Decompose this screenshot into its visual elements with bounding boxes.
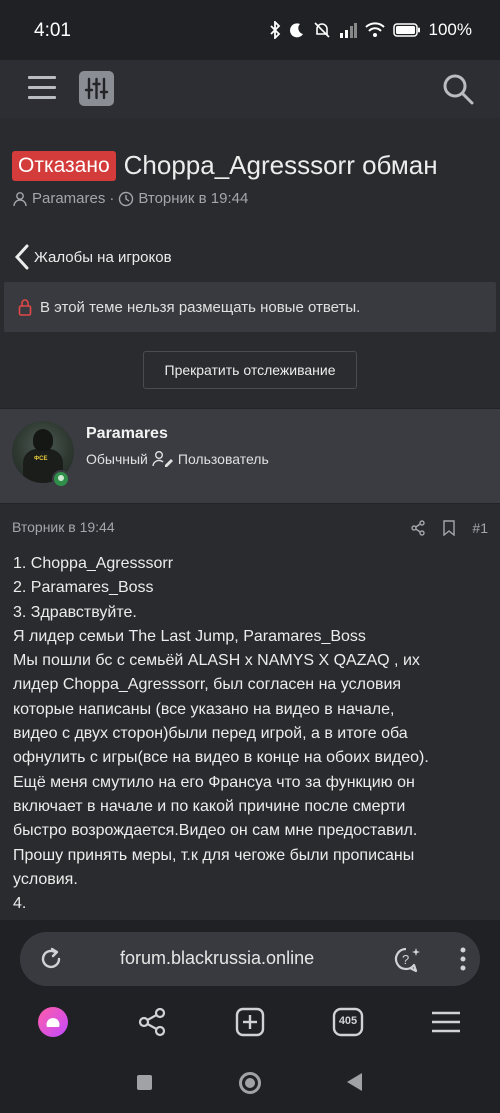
post-line: 3. Здравствуйте. [13, 603, 137, 621]
status-icons: 100% [269, 20, 472, 40]
unwatch-button[interactable]: Прекратить отслеживание [143, 351, 357, 389]
post-line: 2. Paramares_Boss [13, 579, 154, 597]
signal-icon [339, 23, 357, 38]
svg-text:?: ? [402, 952, 409, 967]
user-icon [13, 191, 27, 206]
menu-icon[interactable] [28, 76, 56, 100]
online-status-indicator [52, 470, 70, 488]
address-bar[interactable]: forum.blackrussia.online ? [20, 932, 480, 986]
post-line: которые написаны (все указано на видео в… [13, 700, 395, 718]
post-line: офнулить с игры(все на видео в конце на … [13, 749, 429, 767]
post-line: быстро возрождается.Видео он сам мне пре… [13, 822, 418, 840]
url-text[interactable]: forum.blackrussia.online [120, 948, 314, 969]
thread-header: Отказано Choppa_Agresssorr обман Paramar… [0, 118, 500, 408]
bluetooth-icon [269, 21, 280, 39]
browser-toolbar: forum.blackrussia.online ? 405 [0, 920, 500, 1040]
post-body: 1. Choppa_Agresssorr 2. Paramares_Boss 3… [13, 552, 493, 916]
post: Вторник в 19:44 #1 1. Choppa_Agresssorr … [0, 504, 500, 920]
status-time: 4:01 [34, 20, 71, 41]
recent-apps-icon[interactable] [137, 1075, 152, 1090]
post-number[interactable]: #1 [472, 520, 488, 536]
muted-bell-icon [313, 22, 330, 38]
moon-icon [289, 23, 303, 38]
notice-text: В этой теме нельзя размещать новые ответ… [40, 298, 361, 316]
status-badge: Отказано [12, 150, 116, 181]
post-line: 4. [13, 895, 27, 913]
post-actions: #1 [410, 520, 488, 536]
system-navigation-bar [0, 1040, 500, 1113]
search-icon[interactable] [441, 72, 475, 106]
thread-title-row: Отказано Choppa_Agresssorr обман [12, 150, 438, 181]
post-line: условия. [13, 870, 78, 888]
breadcrumb[interactable]: Жалобы на игроков [14, 244, 172, 270]
post-line: Мы пошли бс с семьёй ALASH x NAMYS X QAZ… [13, 652, 420, 670]
post-line: Ещё меня смутило на его Франсуа что за ф… [13, 773, 415, 791]
new-tab-icon[interactable] [234, 1006, 266, 1038]
meta-separator: · [109, 190, 115, 207]
post-line: 1. Choppa_Agresssorr [13, 555, 174, 572]
sliders-icon [84, 77, 109, 100]
breadcrumb-label: Жалобы на игроков [34, 248, 172, 266]
battery-percent: 100% [428, 20, 472, 39]
lock-icon [18, 299, 32, 316]
post-line: видео с двух сторон)были перед игрой, а … [13, 725, 408, 743]
thread-author[interactable]: Paramares [32, 190, 105, 207]
tabs-count: 405 [338, 1015, 358, 1027]
user-title: Обычный Пользователь [86, 450, 269, 468]
username[interactable]: Paramares [86, 425, 168, 443]
post-line: включает в начале и по какой причине пос… [13, 797, 406, 815]
battery-icon [392, 23, 420, 37]
user-role: Пользователь [177, 451, 269, 467]
post-user-block: ФСЕ Paramares Обычный Пользователь [0, 409, 500, 503]
chevron-left-icon [14, 244, 29, 270]
forum-top-nav [0, 60, 500, 118]
reload-icon[interactable] [38, 946, 64, 972]
back-icon[interactable] [347, 1073, 362, 1091]
user-edit-icon [152, 451, 173, 467]
menu-icon[interactable] [430, 1006, 462, 1038]
avatar-patch-text: ФСЕ [34, 456, 48, 462]
thread-date[interactable]: Вторник в 19:44 [138, 190, 248, 207]
wifi-icon [364, 22, 385, 37]
share-icon[interactable] [410, 520, 426, 536]
clock-icon [119, 191, 134, 206]
status-bar: 4:01 100% [0, 0, 500, 60]
filter-button[interactable] [79, 71, 114, 106]
user-rank: Обычный [86, 451, 148, 467]
post-line: Я лидер семьи The Last Jump, Paramares_B… [13, 627, 366, 645]
post-line: лидер Choppa_Agresssorr, был согласен на… [13, 676, 402, 694]
post-date[interactable]: Вторник в 19:44 [12, 519, 115, 535]
alice-assistant-icon[interactable] [37, 1006, 69, 1038]
bookmark-icon[interactable] [442, 520, 456, 536]
post-line: Прошу принять меры, т.к для чегоже были … [13, 846, 415, 864]
help-bubble-icon[interactable]: ? [392, 945, 422, 975]
more-vertical-icon[interactable] [460, 947, 466, 971]
tabs-counter-icon[interactable]: 405 [332, 1006, 364, 1038]
thread-title: Choppa_Agresssorr обман [123, 150, 438, 180]
home-icon[interactable] [239, 1072, 261, 1094]
locked-notice: В этой теме нельзя размещать новые ответ… [4, 282, 496, 332]
share-icon[interactable] [136, 1006, 168, 1038]
thread-meta: Paramares · Вторник в 19:44 [12, 190, 248, 207]
